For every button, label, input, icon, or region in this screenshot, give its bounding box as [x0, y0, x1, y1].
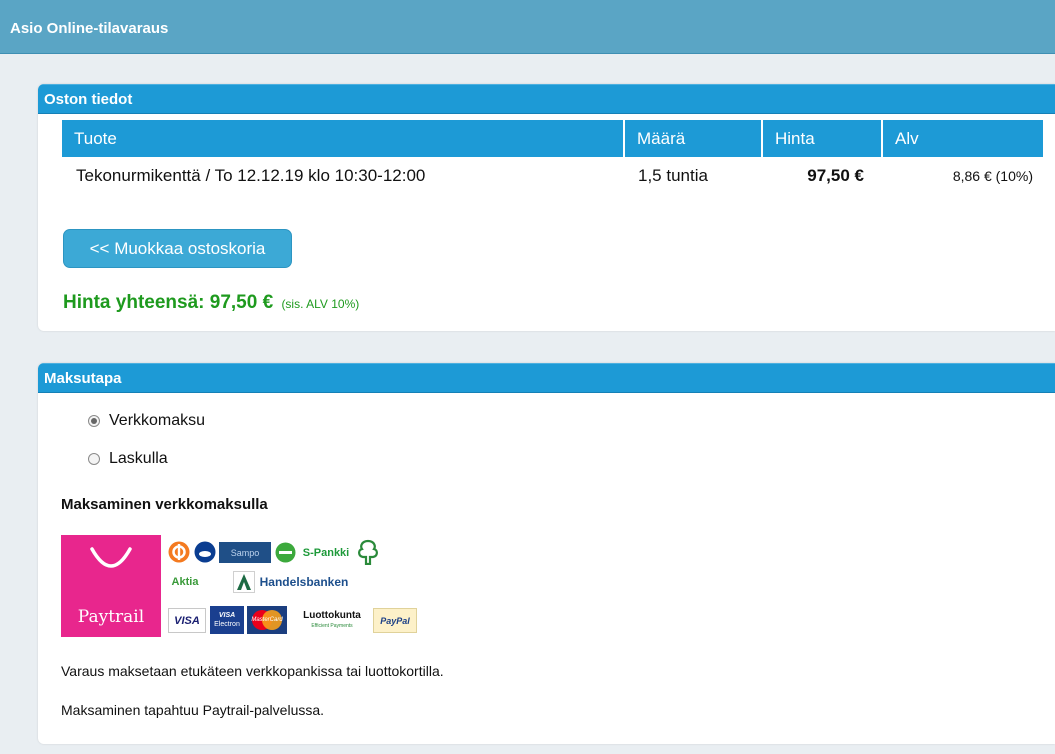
paypal-logo: PayPal — [373, 608, 417, 633]
app-header: Asio Online-tilavaraus — [0, 0, 1055, 54]
payment-option-invoice-label: Laskulla — [109, 450, 168, 467]
purchase-panel-title: Oston tiedot — [38, 84, 1055, 114]
visa-electron-top-text: VISA — [218, 612, 236, 619]
payment-method-panel: Maksutapa Verkkomaksu Laskulla Maksamine… — [38, 363, 1055, 744]
vat-cell: 8,86 € (10%) — [952, 167, 1033, 184]
payment-option-online-label: Verkkomaksu — [109, 412, 206, 429]
payment-info-text-2: Maksaminen tapahtuu Paytrail-palvelussa. — [61, 702, 325, 718]
product-cell: Tekonurmikenttä / To 12.12.19 klo 10:30-… — [76, 165, 426, 185]
nordea-bank-logo — [194, 541, 216, 563]
luottokunta-text: Luottokunta — [303, 609, 361, 621]
payment-panel-title: Maksutapa — [38, 363, 1055, 393]
handelsbanken-icon — [233, 571, 255, 593]
column-header-vat: Alv — [882, 120, 1043, 157]
shopping-bag-icon — [90, 547, 132, 568]
radio-online[interactable] — [88, 415, 100, 427]
visa-electron-logo: VISA Electron — [210, 606, 244, 634]
radio-invoice[interactable] — [88, 453, 100, 465]
visa-electron-bottom-text: Electron — [214, 621, 240, 628]
payment-option-invoice[interactable]: Laskulla — [88, 450, 168, 468]
quantity-cell: 1,5 tuntia — [638, 165, 708, 185]
table-row: Tekonurmikenttä / To 12.12.19 klo 10:30-… — [62, 157, 1043, 194]
column-header-product: Tuote — [62, 120, 625, 157]
column-header-quantity: Määrä — [624, 120, 763, 157]
edit-cart-button[interactable]: << Muokkaa ostoskoria — [63, 229, 292, 268]
total-price-label: Hinta yhteensä: 97,50 € — [63, 292, 274, 313]
savings-bank-logo — [275, 542, 296, 563]
purchase-details-panel: Oston tiedot Tuote Määrä Hinta Alv Tekon… — [38, 84, 1055, 331]
visa-logo: VISA — [168, 608, 206, 633]
table-header-row: Tuote Määrä Hinta Alv — [62, 120, 1043, 157]
total-price: Hinta yhteensä: 97,50 € (sis. ALV 10%) — [63, 292, 359, 314]
online-payment-heading: Maksaminen verkkomaksulla — [61, 496, 268, 513]
s-pankki-logo: S-Pankki — [302, 546, 350, 559]
payment-option-online[interactable]: Verkkomaksu — [88, 412, 205, 430]
mastercard-text: MasterCard — [251, 617, 283, 623]
luottokunta-subtext: Efficient Payments — [311, 622, 353, 629]
mastercard-logo: MasterCard — [247, 606, 287, 634]
paytrail-logo-text: Paytrail — [77, 607, 145, 627]
payment-info-text-1: Varaus maksetaan etukäteen verkkopankiss… — [61, 663, 444, 679]
total-vat-note: (sis. ALV 10%) — [281, 297, 360, 311]
sampo-bank-logo: Sampo — [219, 542, 271, 563]
pop-bank-logo — [358, 539, 378, 565]
op-bank-logo — [168, 541, 190, 563]
column-header-price: Hinta — [762, 120, 883, 157]
aktia-logo: Aktia — [171, 576, 199, 588]
purchase-table: Tuote Määrä Hinta Alv Tekonurmikenttä / … — [62, 120, 1043, 194]
paytrail-logo: Paytrail — [61, 535, 161, 637]
price-cell: 97,50 € — [807, 165, 864, 185]
luottokunta-logo: Luottokunta Efficient Payments — [294, 608, 370, 633]
app-title: Asio Online-tilavaraus — [10, 20, 169, 37]
handelsbanken-logo: Handelsbanken — [259, 575, 349, 589]
